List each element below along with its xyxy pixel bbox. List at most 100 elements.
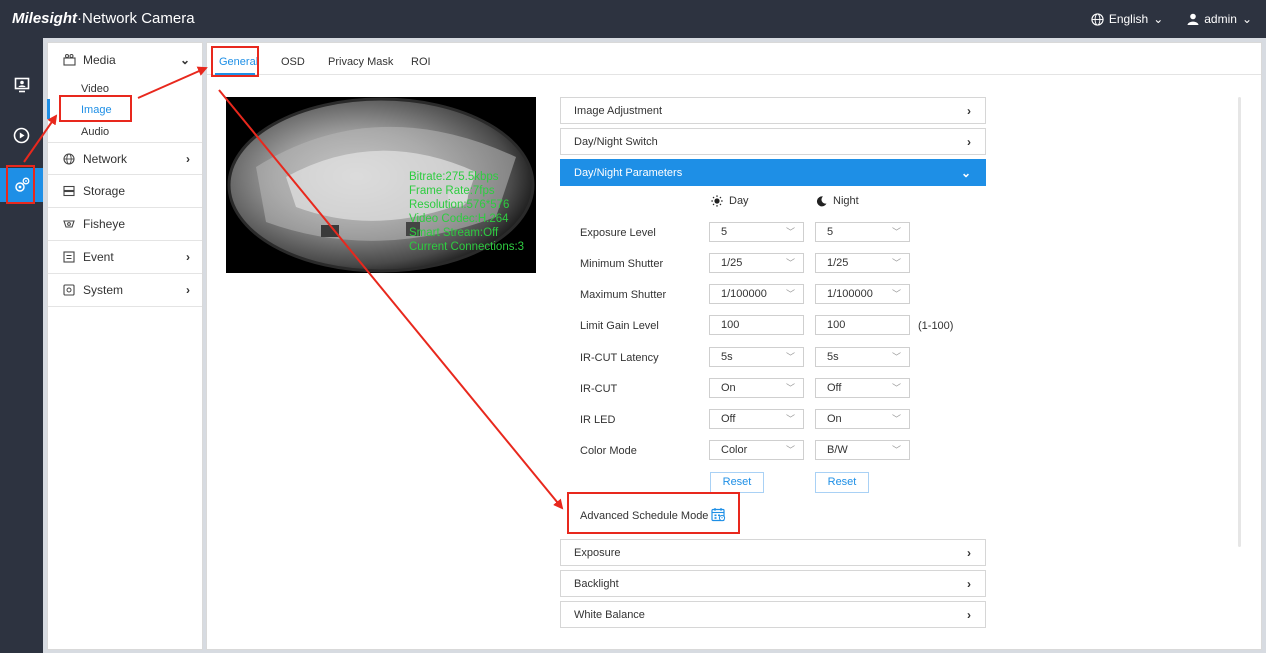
ir-cut-latency-day-select[interactable]: 5s ﹀ — [709, 347, 804, 367]
top-bar: Milesight·Network Camera English ⌄ admin… — [0, 0, 1266, 38]
playback-icon — [13, 127, 30, 143]
chevron-right-icon: › — [967, 545, 971, 560]
icon-rail — [0, 38, 43, 653]
select-value: 5 — [721, 226, 728, 238]
reset-day-button[interactable]: Reset — [710, 472, 764, 493]
user-icon — [1187, 13, 1199, 25]
chevron-down-icon: ⌄ — [960, 165, 971, 180]
language-menu[interactable]: English ⌄ — [1091, 12, 1163, 26]
select-value: B/W — [827, 444, 848, 456]
annotation-box-general — [211, 46, 259, 77]
chevron-right-icon: › — [186, 151, 190, 166]
sidebar-group-event[interactable]: Event › — [48, 241, 202, 274]
chevron-right-icon: › — [967, 103, 971, 118]
app-logo: Milesight·Network Camera — [12, 10, 195, 27]
annotation-box-image — [59, 95, 132, 122]
panel-white-balance[interactable]: White Balance › — [560, 601, 986, 628]
sidebar-item-video[interactable]: Video — [81, 83, 109, 95]
panel-day-night-parameters[interactable]: Day/Night Parameters ⌄ — [560, 159, 986, 186]
annotation-box-advanced-schedule — [567, 492, 740, 534]
sidebar-group-storage[interactable]: Storage — [48, 175, 202, 208]
settings-sidebar: Media ⌄ Video Image Audio Network › Stor… — [47, 42, 203, 650]
panel-title: Day/Night Switch — [574, 135, 658, 148]
chevron-down-icon: ﹀ — [785, 445, 795, 455]
panel-image-adjustment[interactable]: Image Adjustment › — [560, 97, 986, 124]
active-indicator — [47, 99, 50, 119]
limit-gain-level-label: Limit Gain Level — [580, 320, 659, 332]
chevron-down-icon: ﹀ — [785, 352, 795, 362]
ir-cut-latency-night-select[interactable]: 5s ﹀ — [815, 347, 910, 367]
maximum-shutter-day-select[interactable]: 1/100000 ﹀ — [709, 284, 804, 304]
chevron-down-icon: ﹀ — [785, 383, 795, 393]
rail-live-view[interactable] — [0, 68, 43, 102]
ir-cut-latency-label: IR-CUT Latency — [580, 352, 659, 364]
reset-night-button[interactable]: Reset — [815, 472, 869, 493]
select-value: Off — [721, 413, 736, 425]
sidebar-group-system[interactable]: System › — [48, 274, 202, 307]
chevron-down-icon: ﹀ — [891, 289, 901, 299]
color-mode-night-select[interactable]: B/W ﹀ — [815, 440, 910, 460]
tab-privacy-mask[interactable]: Privacy Mask — [328, 56, 393, 68]
osd-smart-stream: Smart Stream:Off — [409, 227, 499, 239]
annotation-box-settings — [6, 165, 35, 204]
ir-cut-day-select[interactable]: On ﹀ — [709, 378, 804, 398]
chevron-down-icon: ﹀ — [891, 352, 901, 362]
exposure-level-label: Exposure Level — [580, 227, 656, 239]
panel-backlight[interactable]: Backlight › — [560, 570, 986, 597]
minimum-shutter-day-select[interactable]: 1/25 ﹀ — [709, 253, 804, 273]
sidebar-group-network[interactable]: Network › — [48, 142, 202, 175]
minimum-shutter-night-select[interactable]: 1/25 ﹀ — [815, 253, 910, 273]
ir-cut-night-select[interactable]: Off ﹀ — [815, 378, 910, 398]
sidebar-label-event: Event — [83, 250, 114, 264]
user-menu[interactable]: admin ⌄ — [1187, 12, 1252, 26]
osd-video-codec: Video Codec:H.264 — [409, 213, 509, 225]
maximum-shutter-night-select[interactable]: 1/100000 ﹀ — [815, 284, 910, 304]
maximum-shutter-label: Maximum Shutter — [580, 289, 667, 301]
sidebar-label-network: Network — [83, 151, 128, 166]
chevron-right-icon: › — [967, 576, 971, 591]
language-label: English — [1108, 12, 1149, 26]
chevron-right-icon: › — [967, 607, 971, 622]
select-value: 5s — [827, 351, 839, 363]
sidebar-group-fisheye[interactable]: Fisheye — [48, 208, 202, 241]
osd-resolution: Resolution:576*576 — [409, 199, 510, 211]
ir-led-day-select[interactable]: Off ﹀ — [709, 409, 804, 429]
day-label: Day — [729, 195, 749, 207]
tab-osd[interactable]: OSD — [281, 56, 305, 68]
globe-icon — [1091, 12, 1104, 26]
select-value: 1/100000 — [827, 288, 873, 300]
sidebar-item-audio[interactable]: Audio — [81, 126, 109, 138]
storage-icon — [62, 185, 76, 197]
chevron-down-icon: ⌄ — [1153, 12, 1164, 26]
fisheye-icon — [62, 218, 76, 230]
color-mode-day-select[interactable]: Color ﹀ — [709, 440, 804, 460]
media-icon — [62, 53, 76, 66]
chevron-down-icon: ﹀ — [785, 289, 795, 299]
chevron-down-icon: ﹀ — [785, 258, 795, 268]
chevron-down-icon: ﹀ — [785, 414, 795, 424]
scrollbar[interactable] — [1238, 97, 1241, 547]
limit-gain-level-night-input[interactable]: 100 — [815, 315, 910, 335]
exposure-level-day-select[interactable]: 5 ﹀ — [709, 222, 804, 242]
sidebar-label-fisheye: Fisheye — [83, 217, 126, 231]
rail-playback[interactable] — [0, 118, 43, 152]
select-value: 5 — [827, 226, 834, 238]
panel-exposure[interactable]: Exposure › — [560, 539, 986, 566]
ir-led-night-select[interactable]: On ﹀ — [815, 409, 910, 429]
exposure-level-night-select[interactable]: 5 ﹀ — [815, 222, 910, 242]
chevron-down-icon: ⌄ — [179, 52, 190, 67]
globe-icon — [62, 152, 76, 165]
limit-gain-level-day-input[interactable]: 100 — [709, 315, 804, 335]
ir-cut-label: IR-CUT — [580, 383, 618, 395]
select-value: On — [827, 413, 842, 425]
panel-day-night-switch[interactable]: Day/Night Switch › — [560, 128, 986, 155]
live-view-icon — [14, 77, 29, 93]
select-value: 1/25 — [721, 257, 743, 269]
day-column-header: Day — [711, 195, 749, 207]
tab-roi[interactable]: ROI — [411, 56, 431, 68]
panel-title: Backlight — [574, 577, 619, 590]
sidebar-label-system: System — [83, 283, 124, 297]
sidebar-group-media[interactable]: Media ⌄ — [48, 43, 202, 76]
chevron-right-icon: › — [186, 283, 190, 297]
select-value: 1/25 — [827, 257, 849, 269]
